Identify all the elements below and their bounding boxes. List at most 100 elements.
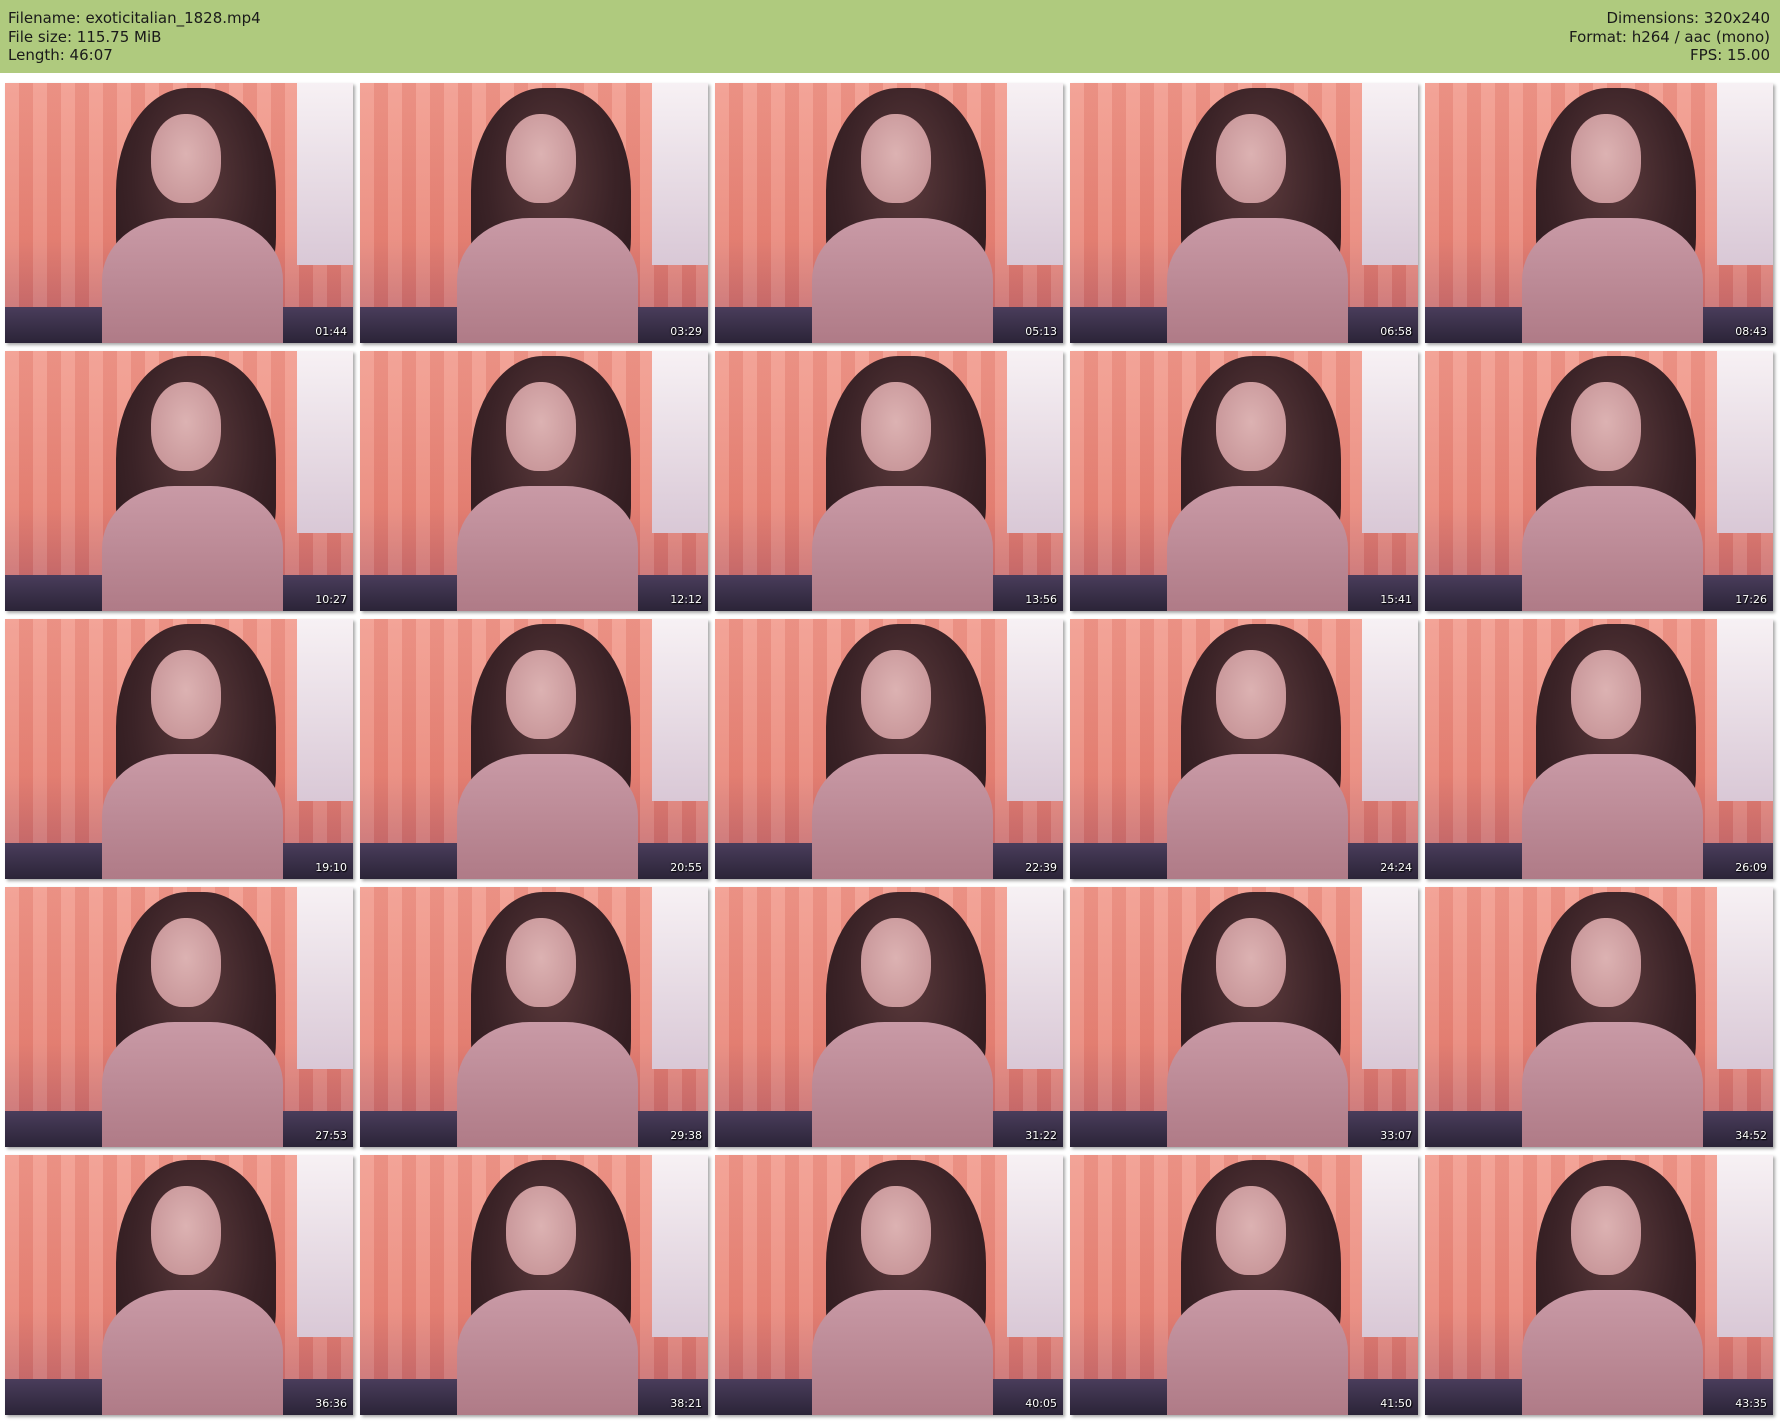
frame-window [297, 351, 353, 533]
filename-text: Filename: exoticitalian_1828.mp4 [8, 9, 261, 27]
video-thumbnail: 06:58 [1070, 83, 1418, 343]
thumbnail-timestamp: 24:24 [1380, 861, 1412, 874]
frame-face [506, 918, 576, 1007]
frame-window [1362, 619, 1418, 801]
frame-body [102, 218, 284, 343]
info-header: Filename: exoticitalian_1828.mp4 File si… [0, 0, 1780, 73]
frame-window [1007, 619, 1063, 801]
frame-face [1571, 650, 1641, 739]
thumbnail-timestamp: 08:43 [1735, 325, 1767, 338]
frame-window [1717, 1155, 1773, 1337]
frame-window [297, 887, 353, 1069]
frame-face [1571, 114, 1641, 203]
frame-body [102, 1022, 284, 1147]
frame-face [861, 918, 931, 1007]
frame-window [297, 619, 353, 801]
video-thumbnail: 15:41 [1070, 351, 1418, 611]
frame-window [1362, 83, 1418, 265]
frame-face [1571, 382, 1641, 471]
thumbnail-timestamp: 06:58 [1380, 325, 1412, 338]
frame-window [297, 1155, 353, 1337]
video-thumbnail: 41:50 [1070, 1155, 1418, 1415]
video-thumbnail: 43:35 [1425, 1155, 1773, 1415]
frame-body [1167, 754, 1349, 879]
frame-face [506, 114, 576, 203]
frame-face [1216, 114, 1286, 203]
frame-face [506, 650, 576, 739]
video-thumbnail: 01:44 [5, 83, 353, 343]
frame-body [1522, 218, 1704, 343]
filesize-text: File size: 115.75 MiB [8, 27, 162, 46]
frame-window [1362, 887, 1418, 1069]
video-thumbnail: 29:38 [360, 887, 708, 1147]
frame-body [1522, 1290, 1704, 1415]
frame-body [1522, 1022, 1704, 1147]
frame-body [1522, 486, 1704, 611]
frame-window [1007, 1155, 1063, 1337]
thumbnail-grid: 01:44 03:29 05:13 06:58 08:43 10:27 12:12 13:56… [0, 73, 1780, 1423]
frame-window [297, 83, 353, 265]
frame-face [1216, 918, 1286, 1007]
video-thumbnail: 40:05 [715, 1155, 1063, 1415]
frame-body [1522, 754, 1704, 879]
frame-body [457, 486, 639, 611]
frame-body [102, 754, 284, 879]
frame-window [652, 619, 708, 801]
thumbnail-timestamp: 03:29 [670, 325, 702, 338]
frame-window [1717, 351, 1773, 533]
frame-face [861, 650, 931, 739]
frame-body [1167, 1022, 1349, 1147]
frame-body [457, 754, 639, 879]
frame-face [1571, 918, 1641, 1007]
frame-face [151, 918, 221, 1007]
frame-face [151, 114, 221, 203]
video-thumbnail: 22:39 [715, 619, 1063, 879]
fps-text: FPS: 15.00 [1690, 46, 1770, 64]
frame-body [812, 218, 994, 343]
thumbnail-timestamp: 29:38 [670, 1129, 702, 1142]
frame-body [812, 1290, 994, 1415]
format-text: Format: h264 / aac (mono) [1569, 27, 1770, 46]
frame-face [1571, 1186, 1641, 1275]
video-thumbnail: 38:21 [360, 1155, 708, 1415]
frame-face [506, 382, 576, 471]
video-thumbnail: 20:55 [360, 619, 708, 879]
video-thumbnail: 26:09 [1425, 619, 1773, 879]
thumbnail-timestamp: 33:07 [1380, 1129, 1412, 1142]
thumbnail-timestamp: 38:21 [670, 1397, 702, 1410]
thumbnail-timestamp: 40:05 [1025, 1397, 1057, 1410]
thumbnail-timestamp: 36:36 [315, 1397, 347, 1410]
frame-body [102, 1290, 284, 1415]
thumbnail-timestamp: 15:41 [1380, 593, 1412, 606]
thumbnail-timestamp: 12:12 [670, 593, 702, 606]
frame-face [861, 1186, 931, 1275]
thumbnail-timestamp: 31:22 [1025, 1129, 1057, 1142]
file-info: Filename: exoticitalian_1828.mp4 File si… [8, 9, 261, 65]
frame-face [1216, 382, 1286, 471]
frame-body [1167, 218, 1349, 343]
thumbnail-timestamp: 41:50 [1380, 1397, 1412, 1410]
frame-body [457, 1290, 639, 1415]
length-text: Length: 46:07 [8, 46, 113, 64]
frame-window [1362, 1155, 1418, 1337]
frame-window [652, 83, 708, 265]
video-thumbnail: 05:13 [715, 83, 1063, 343]
thumbnail-timestamp: 13:56 [1025, 593, 1057, 606]
frame-window [652, 351, 708, 533]
video-thumbnail: 13:56 [715, 351, 1063, 611]
frame-body [102, 486, 284, 611]
video-thumbnail: 03:29 [360, 83, 708, 343]
thumbnail-timestamp: 27:53 [315, 1129, 347, 1142]
frame-body [457, 218, 639, 343]
frame-body [457, 1022, 639, 1147]
frame-face [1216, 1186, 1286, 1275]
stream-info: Dimensions: 320x240 Format: h264 / aac (… [1569, 9, 1770, 65]
frame-window [1362, 351, 1418, 533]
video-thumbnail: 36:36 [5, 1155, 353, 1415]
frame-body [812, 486, 994, 611]
video-thumbnail: 24:24 [1070, 619, 1418, 879]
dimensions-text: Dimensions: 320x240 [1606, 9, 1770, 27]
thumbnail-timestamp: 26:09 [1735, 861, 1767, 874]
frame-window [652, 1155, 708, 1337]
video-thumbnail: 33:07 [1070, 887, 1418, 1147]
